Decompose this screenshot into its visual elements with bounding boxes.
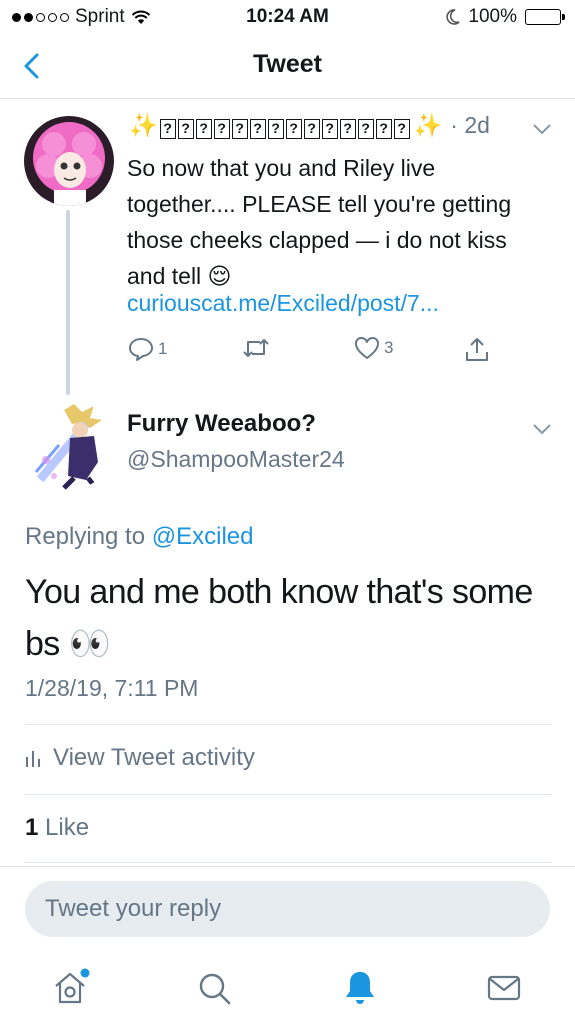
navigation-bar: Tweet xyxy=(0,34,575,99)
divider xyxy=(25,794,552,795)
sparkles-emoji-right: ✨ xyxy=(413,112,443,138)
reply-icon xyxy=(129,338,153,361)
tab-bar xyxy=(0,952,575,1024)
share-icon xyxy=(466,338,488,361)
share-action[interactable] xyxy=(464,336,490,362)
sparkles-emoji-left: ✨ xyxy=(129,112,158,138)
unrenderable-name-glyphs: ?????????????? xyxy=(159,112,412,139)
replying-to-handle-link[interactable]: @Exciled xyxy=(152,523,254,550)
parent-tweet-actions: 1 3 xyxy=(0,336,575,370)
reply-author-avatar[interactable] xyxy=(24,400,114,490)
likes-summary[interactable]: 1 Like xyxy=(25,814,89,842)
reply-tweet-text: You and me both know that's some bs 👀 xyxy=(25,573,533,663)
reply-input[interactable] xyxy=(25,881,550,937)
parent-tweet-author[interactable]: ✨ ?????????????? ✨ · 2d xyxy=(127,112,490,139)
avatar-image xyxy=(24,116,114,206)
view-tweet-activity-label: View Tweet activity xyxy=(53,744,255,771)
like-count: 3 xyxy=(384,338,394,357)
reply-tweet-menu-chevron-icon[interactable] xyxy=(531,422,553,436)
likes-count: 1 xyxy=(25,814,39,841)
home-icon[interactable] xyxy=(48,966,92,1010)
parent-tweet-menu-chevron-icon[interactable] xyxy=(531,122,553,136)
status-bar: Sprint 10:24 AM 100% xyxy=(0,0,575,34)
battery-status: 100% xyxy=(446,6,565,28)
parent-tweet-text: So now that you and Riley live together.… xyxy=(127,155,512,289)
battery-icon xyxy=(525,9,565,25)
reply-count: 1 xyxy=(158,339,168,358)
battery-percent: 100% xyxy=(468,6,517,27)
reply-timestamp: 1/28/19, 7:11 PM xyxy=(25,675,199,701)
notifications-bell-icon[interactable] xyxy=(338,966,382,1010)
like-action[interactable]: 3 xyxy=(354,336,393,360)
parent-tweet-link[interactable]: curiouscat.me/Exciled/post/7... xyxy=(127,290,439,317)
likes-label: Like xyxy=(45,814,90,841)
reply-author-handle[interactable]: @ShampooMaster24 xyxy=(127,446,345,473)
reply-author-name[interactable]: Furry Weeaboo? xyxy=(127,410,316,438)
parent-tweet-time: · 2d xyxy=(450,112,490,138)
messages-mail-icon[interactable] xyxy=(482,966,526,1010)
parent-tweet-avatar[interactable] xyxy=(24,116,114,206)
replying-to-line: Replying to @Exciled xyxy=(25,523,253,551)
search-icon[interactable] xyxy=(192,966,236,1010)
divider xyxy=(25,724,552,725)
avatar-image xyxy=(24,400,114,490)
view-tweet-activity-link[interactable]: View Tweet activity xyxy=(25,744,255,772)
divider xyxy=(25,862,552,863)
bar-chart-icon xyxy=(26,751,40,767)
heart-icon xyxy=(355,337,379,359)
reply-composer xyxy=(0,866,575,951)
reply-action[interactable]: 1 xyxy=(128,336,167,362)
retweet-action[interactable] xyxy=(242,336,270,360)
moon-icon xyxy=(446,9,460,25)
replying-to-label: Replying to xyxy=(25,523,146,550)
page-title: Tweet xyxy=(253,50,322,78)
retweet-icon xyxy=(243,339,269,357)
